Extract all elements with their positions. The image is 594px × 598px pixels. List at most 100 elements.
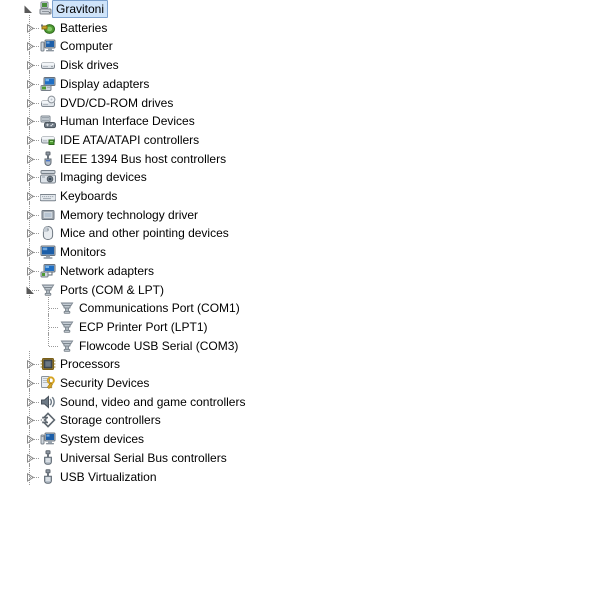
speaker-icon [40,394,56,410]
tree-connector-vertical [48,332,49,346]
expand-triangle-icon[interactable] [22,224,38,242]
expand-triangle-icon[interactable] [22,243,38,261]
expand-triangle-icon[interactable] [22,411,38,429]
mouse-icon [40,225,56,241]
tree-item-imaging-devices[interactable]: Imaging devices [0,164,594,187]
tree-item-ide-ata-atapi-controllers[interactable]: IDE ATA/ATAPI controllers [0,126,594,149]
battery-icon [40,20,56,36]
processor-icon [40,356,56,372]
tree-item-label: ECP Printer Port (LPT1) [79,319,208,334]
hid-gamepad-icon [40,113,56,129]
collapse-triangle-icon[interactable] [22,281,38,299]
expand-triangle-icon[interactable] [22,150,38,168]
tree-item-label: Human Interface Devices [60,114,195,129]
tree-item-label: DVD/CD-ROM drives [60,95,174,110]
tree-item-flowcode-usb-serial-com3[interactable]: Flowcode USB Serial (COM3) [0,332,594,355]
tree-item-label: IDE ATA/ATAPI controllers [60,132,200,147]
security-key-icon [40,375,56,391]
tree-item-label: Disk drives [60,58,119,73]
tree-connector-horizontal [49,345,59,347]
expand-triangle-icon[interactable] [22,131,38,149]
tree-item-dvd-cd-rom-drives[interactable]: DVD/CD-ROM drives [0,89,594,112]
expand-triangle-icon[interactable] [22,75,38,93]
storage-controller-icon [40,412,56,429]
tree-item-label: IEEE 1394 Bus host controllers [60,151,227,166]
expand-triangle-icon[interactable] [22,56,38,74]
tree-item-processors[interactable]: Processors [0,351,594,374]
expand-triangle-icon[interactable] [22,94,38,112]
tree-item-label: System devices [60,432,145,447]
ide-controller-icon [40,132,56,148]
tree-item-ports-com-lpt[interactable]: Ports (COM & LPT) [0,276,594,299]
tree-item-mice-and-other-pointing-devices[interactable]: Mice and other pointing devices [0,220,594,243]
tree-connector-horizontal [49,308,59,310]
system-device-icon [40,431,56,447]
tree-item-label: Storage controllers [60,413,161,428]
computer-monitor-icon [40,38,56,54]
tree-item-label: Universal Serial Bus controllers [60,450,227,465]
expand-triangle-icon[interactable] [22,19,38,37]
tree-item-ecp-printer-port-lpt1[interactable]: ECP Printer Port (LPT1) [0,313,594,336]
firewire-icon [40,151,56,167]
dvd-cdrom-icon [40,95,56,111]
expand-triangle-icon[interactable] [22,37,38,55]
tree-item-label: Imaging devices [60,170,147,185]
tree-item-label: Sound, video and game controllers [60,394,246,409]
tree-connector-horizontal [49,326,59,328]
expand-triangle-icon[interactable] [22,468,38,486]
tree-item-label: Monitors [60,245,107,260]
tree-item-communications-port-com1[interactable]: Communications Port (COM1) [0,295,594,318]
tree-item-label: Processors [60,357,121,372]
tree-item-label: Mice and other pointing devices [60,226,229,241]
expand-triangle-icon[interactable] [22,206,38,224]
tree-item-human-interface-devices[interactable]: Human Interface Devices [0,108,594,131]
tree-item-gravitoni[interactable]: Gravitoni [0,0,594,18]
display-adapter-icon [40,76,56,92]
tree-item-memory-technology-driver[interactable]: Memory technology driver [0,201,594,224]
collapse-triangle-icon[interactable] [20,0,36,18]
tree-item-security-devices[interactable]: Security Devices [0,370,594,392]
tree-item-label: Gravitoni [52,0,109,18]
expand-triangle-icon[interactable] [22,430,38,448]
tree-item-system-devices[interactable]: System devices [0,426,594,449]
usb-icon [40,468,56,485]
tree-item-label: Computer [60,39,113,54]
tree-item-monitors[interactable]: Monitors [0,239,594,262]
computer-icon [37,1,53,17]
expand-triangle-icon[interactable] [22,168,38,186]
expand-triangle-icon[interactable] [22,449,38,467]
usb-icon [40,450,56,466]
tree-item-storage-controllers[interactable]: Storage controllers [0,407,594,430]
memory-card-icon [40,207,56,223]
tree-item-keyboards[interactable]: Keyboards [0,183,594,205]
tree-item-label: Display adapters [60,76,150,91]
tree-item-sound-video-and-game-controllers[interactable]: Sound, video and game controllers [0,388,594,411]
tree-item-label: Batteries [60,20,108,35]
tree-item-disk-drives[interactable]: Disk drives [0,52,594,75]
tree-item-universal-serial-bus-controllers[interactable]: Universal Serial Bus controllers [0,444,594,467]
tree-item-label: Network adapters [60,263,155,278]
tree-item-label: Communications Port (COM1) [79,301,240,316]
tree-item-batteries[interactable]: Batteries [0,14,594,37]
tree-item-computer[interactable]: Computer [0,33,594,56]
expand-triangle-icon[interactable] [22,112,38,130]
disk-drive-icon [40,57,56,73]
expand-triangle-icon[interactable] [22,355,38,373]
keyboard-icon [40,188,56,204]
tree-item-label: USB Virtualization [60,469,157,484]
tree-item-label: Memory technology driver [60,207,199,222]
expand-triangle-icon[interactable] [22,187,38,205]
tree-item-display-adapters[interactable]: Display adapters [0,70,594,93]
tree-item-network-adapters[interactable]: Network adapters [0,257,594,280]
camera-icon [40,169,56,185]
expand-triangle-icon[interactable] [22,374,38,392]
expand-triangle-icon[interactable] [22,262,38,280]
tree-item-ieee-1394-bus-host-controllers[interactable]: IEEE 1394 Bus host controllers [0,145,594,168]
monitor-icon [40,244,56,260]
tree-item-label: Ports (COM & LPT) [60,282,165,297]
tree-item-usb-virtualization[interactable]: USB Virtualization [0,463,594,486]
tree-item-label: Security Devices [60,376,150,390]
expand-triangle-icon[interactable] [22,393,38,411]
network-adapter-icon [40,263,56,279]
serial-port-icon [59,338,75,354]
